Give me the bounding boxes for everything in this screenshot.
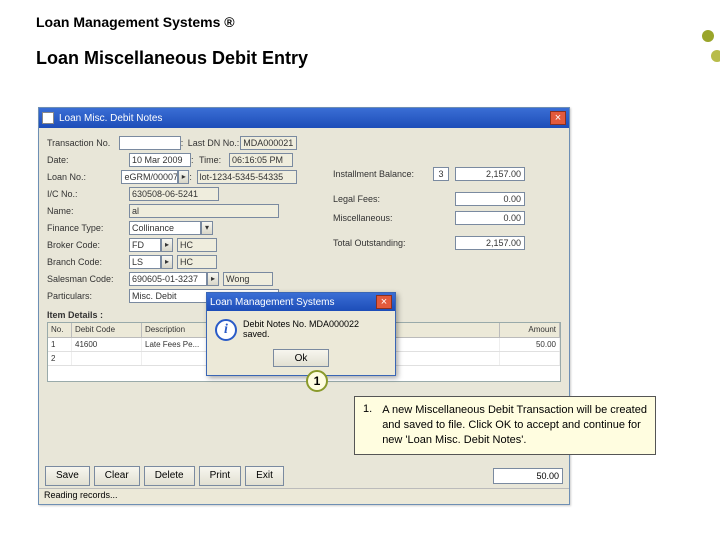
installment-balance-label: Installment Balance: xyxy=(333,169,433,179)
page-title: Loan Miscellaneous Debit Entry xyxy=(36,48,720,69)
name-field: al xyxy=(129,204,279,218)
particulars-label: Particulars: xyxy=(47,291,129,301)
legal-fees-label: Legal Fees: xyxy=(333,194,433,204)
date-field[interactable]: 10 Mar 2009 xyxy=(129,153,191,167)
titlebar: Loan Misc. Debit Notes × xyxy=(39,108,569,128)
window-title: Loan Misc. Debit Notes xyxy=(59,113,550,124)
branch-desc-field: HC xyxy=(177,255,217,269)
last-dn-label: Last DN No.: xyxy=(188,138,241,148)
col-debit-code: Debit Code xyxy=(72,323,142,337)
close-icon[interactable]: × xyxy=(550,111,566,125)
msgbox-titlebar: Loan Management Systems × xyxy=(207,293,395,311)
salesman-desc-field: Wong xyxy=(223,272,273,286)
broker-code-label: Broker Code: xyxy=(47,240,129,250)
instruction-number: 1. xyxy=(363,403,372,448)
msgbox-title: Loan Management Systems xyxy=(210,297,376,308)
button-bar: Save Clear Delete Print Exit 50.00 xyxy=(45,466,563,486)
loan-no-field[interactable]: eGRM/00007 xyxy=(121,170,178,184)
ic-no-field: 630508-06-5241 xyxy=(129,187,219,201)
salesman-code-label: Salesman Code: xyxy=(47,274,129,284)
total-outstanding-label: Total Outstanding: xyxy=(333,238,433,248)
broker-code-field[interactable]: FD xyxy=(129,238,161,252)
date-label: Date: xyxy=(47,155,129,165)
col-amount: Amount xyxy=(500,323,560,337)
loan-no-label: Loan No.: xyxy=(47,172,121,182)
message-box: Loan Management Systems × i Debit Notes … xyxy=(206,292,396,376)
status-bar: Reading records... xyxy=(39,488,569,504)
exit-button[interactable]: Exit xyxy=(245,466,284,486)
col-no: No. xyxy=(48,323,72,337)
total-outstanding-value: 2,157.00 xyxy=(455,236,525,250)
msgbox-text: Debit Notes No. MDA000022 saved. xyxy=(243,319,387,341)
print-button[interactable]: Print xyxy=(199,466,242,486)
finance-type-label: Finance Type: xyxy=(47,223,129,233)
window-icon xyxy=(42,112,54,124)
broker-code-dropdown[interactable]: ▸ xyxy=(161,238,173,252)
clear-button[interactable]: Clear xyxy=(94,466,140,486)
summary-panel: Installment Balance: 3 2,157.00 Legal Fe… xyxy=(333,134,563,252)
misc-label: Miscellaneous: xyxy=(333,213,433,223)
misc-value: 0.00 xyxy=(455,211,525,225)
info-icon: i xyxy=(215,319,237,341)
page-header: Loan Management Systems ® Loan Miscellan… xyxy=(0,0,720,69)
transaction-no-label: Transaction No. xyxy=(47,138,119,148)
legal-fees-value: 0.00 xyxy=(455,192,525,206)
ic-no-label: I/C No.: xyxy=(47,189,129,199)
grid-total: 50.00 xyxy=(493,468,563,484)
branch-code-dropdown[interactable]: ▸ xyxy=(161,255,173,269)
loan-no-dropdown[interactable]: ▸ xyxy=(178,170,189,184)
transaction-no-field[interactable] xyxy=(119,136,181,150)
ok-button[interactable]: Ok xyxy=(273,349,329,367)
instruction-text: A new Miscellaneous Debit Transaction wi… xyxy=(382,403,647,448)
broker-desc-field: HC xyxy=(177,238,217,252)
finance-type-dropdown[interactable]: ▾ xyxy=(201,221,213,235)
branch-code-field[interactable]: LS xyxy=(129,255,161,269)
app-title: Loan Management Systems ® xyxy=(36,14,720,30)
last-dn-field: MDA000021 xyxy=(240,136,297,150)
branch-code-label: Branch Code: xyxy=(47,257,129,267)
loan-ref-field: lot-1234-5345-54335 xyxy=(197,170,297,184)
salesman-code-field[interactable]: 690605-01-3237 xyxy=(129,272,207,286)
save-button[interactable]: Save xyxy=(45,466,90,486)
time-field: 06:16:05 PM xyxy=(229,153,293,167)
installment-count: 3 xyxy=(433,167,449,181)
installment-value: 2,157.00 xyxy=(455,167,525,181)
instruction-box: 1. A new Miscellaneous Debit Transaction… xyxy=(354,396,656,455)
time-label: Time: xyxy=(199,155,229,165)
callout-badge: 1 xyxy=(306,370,328,392)
name-label: Name: xyxy=(47,206,129,216)
msgbox-close-icon[interactable]: × xyxy=(376,295,392,309)
salesman-code-dropdown[interactable]: ▸ xyxy=(207,272,219,286)
finance-type-field[interactable]: Collinance xyxy=(129,221,201,235)
delete-button[interactable]: Delete xyxy=(144,466,195,486)
